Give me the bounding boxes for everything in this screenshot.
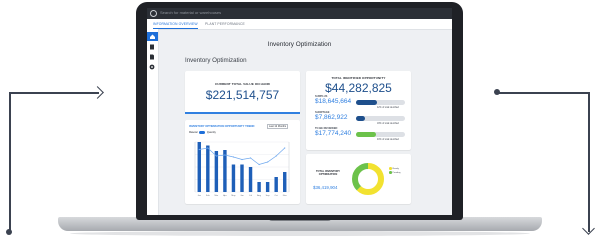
kpi-value: $44,282,825: [325, 81, 392, 95]
opportunity-value: $17,774,240: [315, 130, 352, 137]
donut-card: TOTAL INVENTORY OPTIMIZATION $36,419,904…: [306, 154, 411, 204]
trend-chart-card: INVENTORY OPTIMIZATION OPPORTUNITY TREND…: [185, 120, 300, 204]
toggle-left-label: Material: [189, 131, 198, 135]
chart-bar: [231, 164, 236, 192]
donut-value: $36,419,904: [313, 185, 338, 190]
opportunity-value: $7,862,922: [315, 114, 348, 121]
chart-point: [207, 147, 209, 149]
opportunity-bar-fill: [356, 100, 377, 105]
connector-line-right-horizontal: [497, 92, 589, 94]
opportunity-note: 42% of total identified: [377, 107, 399, 109]
connector-line-left: [9, 93, 11, 231]
chart-point: [232, 156, 235, 158]
chart-bar: [283, 172, 287, 192]
chart-bar: [265, 182, 270, 192]
x-tick-label: Jan: [198, 195, 202, 197]
x-tick-label: Mar: [214, 194, 218, 197]
connector-line-right: [588, 92, 590, 232]
chart-point: [215, 155, 217, 157]
chart-point: [275, 155, 277, 157]
legend-label: Ready: [392, 167, 399, 170]
opportunity-bar: [356, 100, 405, 105]
chart-bar: [240, 164, 244, 192]
opportunity-note: 40% of total identified: [377, 139, 399, 141]
legend-swatch: [389, 171, 392, 174]
app-topbar: Search for material or warehouses: [147, 8, 452, 19]
search-icon[interactable]: [150, 10, 157, 17]
chart-point: [258, 163, 260, 166]
range-select[interactable]: Last 12 Months: [267, 124, 289, 129]
opportunity-bar: [356, 132, 405, 137]
chart-bar: [214, 151, 219, 192]
legend-swatch: [389, 167, 392, 170]
opportunity-bar: [356, 116, 405, 121]
legend-item: Pending: [389, 171, 401, 174]
kpi-label: CURRENT TOTAL VALUE ON HAND: [214, 82, 271, 86]
metric-toggle[interactable]: [199, 131, 206, 134]
x-tick-label: Jul: [249, 195, 252, 197]
opportunity-note: 18% of total identified: [377, 123, 399, 125]
chart-line: [199, 147, 285, 165]
tab-bar: INFORMATION OVERVIEW PLANT PERFORMANCE: [147, 19, 452, 30]
home-icon[interactable]: [147, 32, 158, 41]
kpi-underline: [185, 112, 300, 114]
chart-point: [241, 158, 243, 161]
x-tick-label: Sep: [266, 195, 271, 197]
toggle-right-label: Quantity: [206, 131, 216, 135]
chart-point: [267, 161, 269, 163]
chart-bar: [206, 145, 210, 192]
chart-point: [224, 154, 226, 156]
tab-plant-performance[interactable]: PLANT PERFORMANCE: [205, 22, 245, 26]
x-tick-label: Feb: [206, 195, 211, 197]
x-tick-label: Apr: [223, 194, 227, 197]
chart-point: [249, 157, 252, 159]
arrow-down-icon: [582, 222, 595, 235]
chart-bar: [274, 177, 278, 192]
document-icon[interactable]: [149, 54, 155, 60]
search-input[interactable]: Search for material or warehouses: [160, 10, 221, 15]
opportunity-bar-fill: [356, 116, 365, 121]
donut-label: TOTAL INVENTORY OPTIMIZATION: [315, 170, 341, 176]
kpi-card-identified-opportunity: TOTAL IDENTIFIED OPPORTUNITY $44,282,825…: [306, 71, 411, 150]
chart-bar: [223, 150, 227, 192]
chart-bar: [257, 182, 261, 192]
side-navigation: [147, 29, 159, 215]
kpi-card-value-on-hand: CURRENT TOTAL VALUE ON HAND $221,514,757: [185, 71, 300, 113]
arrow-right-icon: [91, 86, 104, 99]
connector-dot-left: [6, 229, 12, 235]
x-tick-label: Oct: [274, 194, 278, 197]
opportunity-bar-fill: [356, 132, 376, 137]
kpi-label: TOTAL IDENTIFIED OPPORTUNITY: [331, 76, 386, 80]
laptop-screen: Search for material or warehouses INFORM…: [147, 8, 452, 215]
settings-icon[interactable]: [149, 64, 155, 70]
x-tick-label: Nov: [283, 195, 288, 197]
section-title: Inventory Optimization: [185, 57, 247, 64]
donut-chart: [352, 163, 384, 195]
legend-item: Ready: [389, 167, 399, 170]
chart-point: [198, 148, 200, 151]
kpi-value: $221,514,757: [205, 88, 280, 102]
chart-bar: [248, 167, 253, 192]
legend-label: Pending: [392, 171, 401, 174]
toggle-row: Material Quantity: [189, 131, 216, 134]
opportunity-value: $18,645,664: [315, 98, 352, 105]
page-title: Inventory Optimization: [267, 41, 332, 48]
chart-title: INVENTORY OPTIMIZATION OPPORTUNITY TREND: [189, 125, 255, 128]
trend-chart: Jan Feb Mar Apr May Jun Jul Aug Sep Oct Nov: [194, 141, 290, 197]
laptop-shadow: [70, 231, 530, 236]
chart-point: [284, 147, 286, 149]
connector-line-left-horizontal: [9, 92, 99, 94]
x-tick-label: Aug: [257, 194, 262, 197]
x-tick-label: May: [231, 195, 236, 197]
tab-information-overview[interactable]: INFORMATION OVERVIEW: [153, 22, 198, 29]
x-tick-label: Jun: [240, 195, 244, 197]
